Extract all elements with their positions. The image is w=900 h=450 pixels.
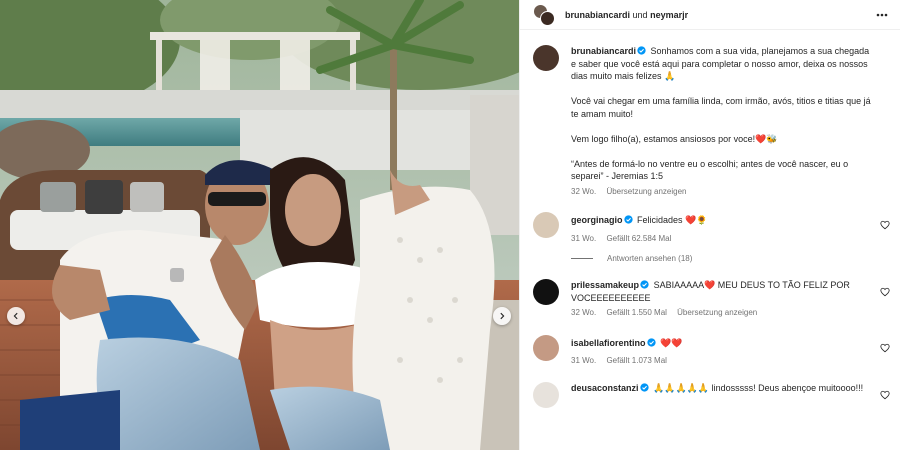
- post-caption: brunabiancardi Sonhamos com a sua vida, …: [533, 45, 890, 198]
- avatar[interactable]: [533, 334, 559, 361]
- caption-meta: 32 Wo. Übersetzung anzeigen: [571, 186, 874, 199]
- verified-badge-icon: [639, 382, 649, 392]
- comment-time[interactable]: 32 Wo.: [571, 308, 596, 317]
- comment-text: 🙏🙏🙏🙏🙏 lindosssss! Deus abençoe muitoooo!…: [653, 382, 864, 393]
- next-image-button[interactable]: [493, 307, 511, 325]
- comment-meta: 31 Wo. Gefällt 62.584 Mal: [571, 233, 874, 246]
- comment: deusaconstanzi 🙏🙏🙏🙏🙏 lindosssss! Deus ab…: [533, 381, 890, 408]
- comment-time[interactable]: 31 Wo.: [571, 234, 596, 243]
- avatar[interactable]: [533, 212, 559, 238]
- comment-username[interactable]: georginagio: [571, 215, 623, 225]
- chevron-right-icon: [500, 312, 505, 320]
- comment-body: deusaconstanzi 🙏🙏🙏🙏🙏 lindosssss! Deus ab…: [571, 382, 890, 408]
- caption-text-2: Você vai chegar em uma família linda, co…: [571, 96, 871, 119]
- comment-meta: 31 Wo. Gefällt 1.073 Mal: [571, 355, 874, 368]
- post-header: brunabiancardi und neymarjr: [520, 0, 900, 30]
- comment-likes[interactable]: Gefällt 62.584 Mal: [606, 234, 671, 243]
- comment: isabellafiorentino ❤️❤️ 31 Wo. Gefällt 1…: [533, 334, 890, 368]
- verified-badge-icon: [646, 337, 656, 347]
- more-dots-icon: [876, 13, 888, 16]
- header-username-1[interactable]: brunabiancardi: [565, 10, 630, 20]
- translate-link[interactable]: Übersetzung anzeigen: [677, 308, 757, 317]
- heart-outline-icon[interactable]: [880, 390, 890, 400]
- avatar[interactable]: [533, 279, 559, 305]
- caption-text-4: “Antes de formá-lo no ventre eu o escolh…: [571, 158, 849, 182]
- heart-outline-icon[interactable]: [880, 343, 890, 353]
- previous-image-button[interactable]: [7, 307, 25, 325]
- more-options-button[interactable]: [874, 7, 890, 23]
- comment: prilessamakeup SABIAAAAA❤️ MEU DEUS TO T…: [533, 279, 890, 320]
- comment-text: Felicidades ❤️🌻: [637, 215, 708, 225]
- comment-time[interactable]: 31 Wo.: [571, 356, 596, 365]
- chevron-left-icon: [13, 312, 18, 320]
- header-conjunction: und: [632, 9, 648, 20]
- avatar: [540, 10, 555, 26]
- instagram-post-view: brunabiancardi und neymarjr brunabiancar…: [0, 0, 900, 450]
- post-photo-image: [0, 0, 519, 450]
- collab-avatars[interactable]: [533, 3, 555, 26]
- comment-body: prilessamakeup SABIAAAAA❤️ MEU DEUS TO T…: [571, 279, 890, 320]
- verified-badge-icon: [640, 280, 649, 289]
- caption-body: brunabiancardi Sonhamos com a sua vida, …: [571, 45, 890, 198]
- verified-badge-icon: [623, 215, 633, 224]
- comment-body: isabellafiorentino ❤️❤️ 31 Wo. Gefällt 1…: [571, 335, 890, 368]
- replies-divider: [571, 258, 593, 259]
- heart-outline-icon[interactable]: [880, 220, 890, 230]
- comment-username[interactable]: isabellafiorentino: [571, 338, 646, 348]
- comment-meta: 32 Wo. Gefällt 1.550 Mal Übersetzung anz…: [571, 307, 874, 320]
- comment-likes[interactable]: Gefällt 1.073 Mal: [606, 356, 666, 365]
- comments-list: brunabiancardi Sonhamos com a sua vida, …: [520, 45, 900, 408]
- comment-text: ❤️❤️: [660, 337, 683, 348]
- heart-outline-icon[interactable]: [880, 287, 890, 297]
- comment-username[interactable]: deusaconstanzi: [571, 383, 639, 393]
- comment-username[interactable]: prilessamakeup: [571, 280, 639, 290]
- avatar[interactable]: [533, 45, 559, 71]
- post-side-panel: brunabiancardi und neymarjr brunabiancar…: [519, 0, 900, 450]
- comment-body: georginagio Felicidades ❤️🌻 31 Wo. Gefäl…: [571, 212, 890, 245]
- caption-username[interactable]: brunabiancardi: [571, 46, 636, 56]
- post-photo: [0, 0, 519, 450]
- translate-link[interactable]: Übersetzung anzeigen: [606, 187, 686, 196]
- caption-text-3: Vem logo filho(a), estamos ansiosos por …: [571, 133, 778, 144]
- comment-likes[interactable]: Gefällt 1.550 Mal: [606, 308, 666, 317]
- caption-time[interactable]: 32 Wo.: [571, 187, 596, 196]
- header-username-2[interactable]: neymarjr: [650, 10, 688, 20]
- comment: georginagio Felicidades ❤️🌻 31 Wo. Gefäl…: [533, 212, 890, 245]
- avatar[interactable]: [533, 381, 559, 408]
- view-replies-label: Antworten ansehen (18): [607, 254, 693, 263]
- view-replies-button[interactable]: Antworten ansehen (18): [571, 254, 890, 263]
- collab-usernames: brunabiancardi und neymarjr: [565, 10, 874, 20]
- verified-badge-icon: [637, 46, 646, 55]
